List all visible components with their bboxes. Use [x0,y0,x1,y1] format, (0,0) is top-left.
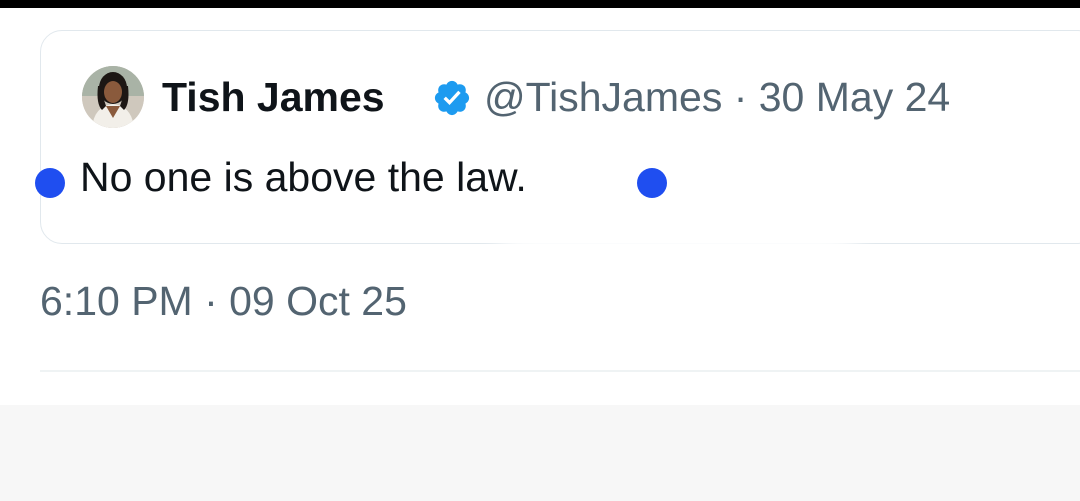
author-avatar[interactable] [82,66,144,128]
quoted-tweet-text: No one is above the law. [80,154,527,200]
annotation-dot-left [35,168,65,198]
tweet-screenshot: Tish James @TishJames · 30 May 24 No one… [0,0,1080,501]
verified-badge-icon [434,80,470,116]
top-edge-bar [0,0,1080,8]
bottom-panel [0,405,1080,501]
author-name[interactable]: Tish James [162,72,385,122]
redacted-area [495,246,860,376]
quoted-tweet-card[interactable] [40,30,1080,244]
avatar-image [82,66,144,128]
annotation-dot-right [637,168,667,198]
divider [40,370,1080,372]
author-handle-and-date[interactable]: @TishJames · 30 May 24 [484,72,950,122]
tweet-timestamp[interactable]: 6:10 PM · 09 Oct 25 [40,276,407,326]
